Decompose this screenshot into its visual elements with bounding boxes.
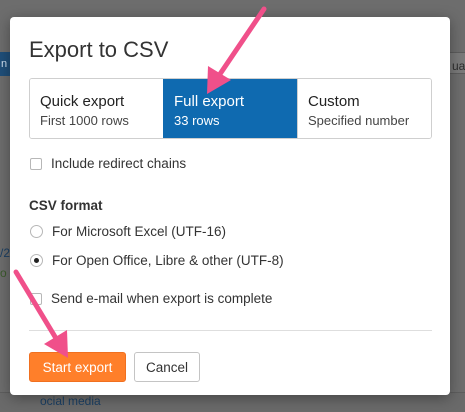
full-export-sublabel: 33 rows <box>174 113 220 128</box>
include-redirect-chains-row[interactable]: Include redirect chains <box>30 156 186 171</box>
custom-export-sublabel: Specified number <box>308 113 410 128</box>
background-table-row: ocial media <box>0 392 465 412</box>
include-redirect-chains-label: Include redirect chains <box>51 156 187 171</box>
quick-export-sublabel: First 1000 rows <box>40 113 129 128</box>
quick-export-option[interactable]: Quick export First 1000 rows <box>30 79 163 138</box>
background-text-fragment: /2 <box>0 246 11 260</box>
format-utf8-row[interactable]: For Open Office, Libre & other (UTF-8) <box>30 253 284 268</box>
email-notification-row[interactable]: Send e-mail when export is complete <box>30 291 272 306</box>
full-export-option[interactable]: Full export 33 rows <box>163 79 297 138</box>
export-type-selector: Quick export First 1000 rows Full export… <box>29 78 432 139</box>
start-export-button[interactable]: Start export <box>29 352 126 382</box>
email-notification-checkbox[interactable] <box>30 292 42 305</box>
background-text-fragment: ua <box>452 59 465 73</box>
full-export-label: Full export <box>174 93 245 110</box>
custom-export-label: Custom <box>308 93 360 110</box>
format-utf8-label: For Open Office, Libre & other (UTF-8) <box>52 253 284 268</box>
csv-format-heading: CSV format <box>29 198 103 213</box>
include-redirect-chains-checkbox[interactable] <box>30 157 42 170</box>
footer-divider <box>29 330 432 331</box>
background-text-fragment: o <box>0 266 7 280</box>
format-utf8-radio[interactable] <box>30 254 43 267</box>
format-excel-label: For Microsoft Excel (UTF-16) <box>52 224 227 239</box>
custom-export-option[interactable]: Custom Specified number <box>297 79 431 138</box>
background-text-fragment: ocial media <box>40 394 101 408</box>
export-csv-dialog: Export to CSV Quick export First 1000 ro… <box>10 17 450 395</box>
format-excel-radio[interactable] <box>30 225 43 238</box>
dialog-title: Export to CSV <box>29 37 169 62</box>
quick-export-label: Quick export <box>40 93 125 110</box>
cancel-button[interactable]: Cancel <box>134 352 200 382</box>
email-notification-label: Send e-mail when export is complete <box>51 291 273 306</box>
format-excel-row[interactable]: For Microsoft Excel (UTF-16) <box>30 224 226 239</box>
